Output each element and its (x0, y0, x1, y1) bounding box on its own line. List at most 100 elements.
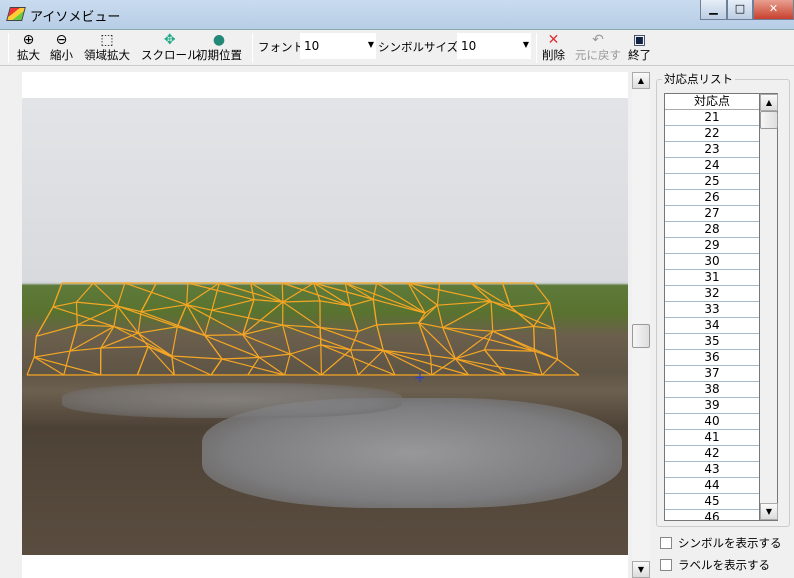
list-item[interactable]: 37 (665, 366, 759, 382)
minimize-button[interactable]: ▁ (700, 0, 727, 20)
scroll-up-button[interactable]: ▲ (632, 72, 650, 89)
list-scrollbar[interactable]: ▲ ▼ (760, 93, 778, 521)
scroll-down-button[interactable]: ▼ (632, 561, 650, 578)
mesh-edge (33, 356, 65, 376)
zoom-in-button[interactable]: ⊕ 拡大 (17, 32, 40, 62)
list-item[interactable]: 24 (665, 158, 759, 174)
list-item[interactable]: 26 (665, 190, 759, 206)
font-size-select[interactable]: 10 ▼ (300, 33, 376, 59)
point-list[interactable]: 対応点 21 22 23 24 25 26 27 28 29 30 31 32 33 34 35 36 37 38… (664, 93, 760, 521)
list-scroll-down[interactable]: ▼ (760, 503, 778, 520)
undo-icon: ↶ (592, 32, 604, 48)
mesh-edge (344, 282, 426, 314)
point-marker-icon[interactable]: + (414, 370, 426, 386)
close-button[interactable]: ✕ (753, 0, 794, 20)
list-item[interactable]: 30 (665, 254, 759, 270)
symbol-size-select[interactable]: 10 ▼ (457, 33, 531, 59)
mesh-edge (282, 301, 321, 329)
list-item[interactable]: 22 (665, 126, 759, 142)
list-item[interactable]: 31 (665, 270, 759, 286)
mesh-edge (211, 309, 283, 326)
list-item[interactable]: 35 (665, 334, 759, 350)
list-scroll-thumb[interactable] (760, 111, 778, 129)
mesh-edge (383, 349, 469, 376)
region-zoom-button[interactable]: ⬚ 領域拡大 (84, 32, 130, 62)
maximize-button[interactable]: □ (727, 0, 753, 20)
list-item[interactable]: 25 (665, 174, 759, 190)
mesh-edge (26, 356, 35, 376)
mesh-edge (407, 282, 426, 314)
mesh-edge (137, 332, 173, 357)
mesh-edge (113, 305, 119, 327)
mesh-edge (52, 282, 63, 308)
mesh-edge (557, 358, 580, 376)
mesh-edge (320, 344, 351, 351)
list-header[interactable]: 対応点 (665, 94, 759, 110)
mesh-edge (349, 305, 359, 332)
mesh-edge (442, 300, 492, 329)
mesh-edge (431, 358, 456, 376)
mesh-edge (289, 353, 322, 376)
list-item[interactable]: 21 (665, 110, 759, 126)
list-item[interactable]: 44 (665, 478, 759, 494)
list-item[interactable]: 32 (665, 286, 759, 302)
show-symbols-checkbox[interactable]: シンボルを表示する (660, 535, 782, 551)
mesh-edge (376, 322, 419, 326)
mesh-edge (34, 350, 71, 358)
scroll-thumb[interactable] (632, 324, 650, 348)
exit-label: 終了 (628, 48, 651, 62)
list-item[interactable]: 45 (665, 494, 759, 510)
list-item[interactable]: 23 (665, 142, 759, 158)
list-scroll-up[interactable]: ▲ (760, 94, 778, 111)
mesh-edge (437, 300, 492, 306)
list-item[interactable]: 38 (665, 382, 759, 398)
mesh-edge (320, 344, 396, 376)
mesh-edge (320, 344, 322, 376)
mesh-edge (455, 349, 485, 360)
list-item[interactable]: 41 (665, 430, 759, 446)
mesh-edge (250, 282, 255, 300)
scroll-button[interactable]: ✥ スクロール (141, 32, 199, 62)
list-item[interactable]: 43 (665, 462, 759, 478)
mesh-edge (436, 282, 441, 306)
list-item[interactable]: 39 (665, 398, 759, 414)
initial-position-button[interactable]: ● 初期位置 (196, 32, 242, 62)
undo-button[interactable]: ↶ 元に戻す (575, 32, 621, 62)
mesh-edge (113, 325, 173, 357)
mesh-edge (534, 350, 558, 360)
list-item[interactable]: 34 (665, 318, 759, 334)
mesh-edge (510, 306, 535, 327)
list-item[interactable]: 27 (665, 206, 759, 222)
list-item[interactable]: 46 (665, 510, 759, 520)
list-item[interactable]: 40 (665, 414, 759, 430)
list-item[interactable]: 28 (665, 222, 759, 238)
list-item[interactable]: 29 (665, 238, 759, 254)
checkbox-box[interactable] (660, 537, 672, 549)
mesh-edge (372, 299, 378, 325)
mesh-edge (222, 356, 260, 360)
mesh-edge (429, 355, 433, 376)
mesh-edge (117, 305, 178, 328)
checkbox-box[interactable] (660, 559, 672, 571)
show-labels-label: ラベルを表示する (678, 558, 770, 572)
app-icon (6, 7, 26, 21)
list-item[interactable]: 42 (665, 446, 759, 462)
mesh-edge (211, 299, 255, 311)
mesh-edge (319, 327, 322, 345)
iso-view-canvas[interactable]: + (22, 72, 628, 578)
mesh-edge (171, 326, 178, 357)
mesh-edge (210, 358, 223, 376)
delete-x-icon: ✕ (547, 32, 560, 48)
view-vertical-scrollbar[interactable]: ▲ ▼ (632, 72, 650, 578)
zoom-out-button[interactable]: ⊖ 縮小 (50, 32, 73, 62)
font-size-value: 10 (304, 39, 320, 53)
region-zoom-icon: ⬚ (100, 32, 114, 48)
mesh-edge (321, 349, 351, 376)
delete-button[interactable]: ✕ 削除 (542, 32, 565, 62)
list-item[interactable]: 36 (665, 350, 759, 366)
mesh-edge (186, 282, 189, 305)
mesh-edge (124, 282, 187, 306)
list-item[interactable]: 33 (665, 302, 759, 318)
exit-button[interactable]: ▣ 終了 (628, 32, 651, 62)
show-labels-checkbox[interactable]: ラベルを表示する (660, 557, 770, 573)
